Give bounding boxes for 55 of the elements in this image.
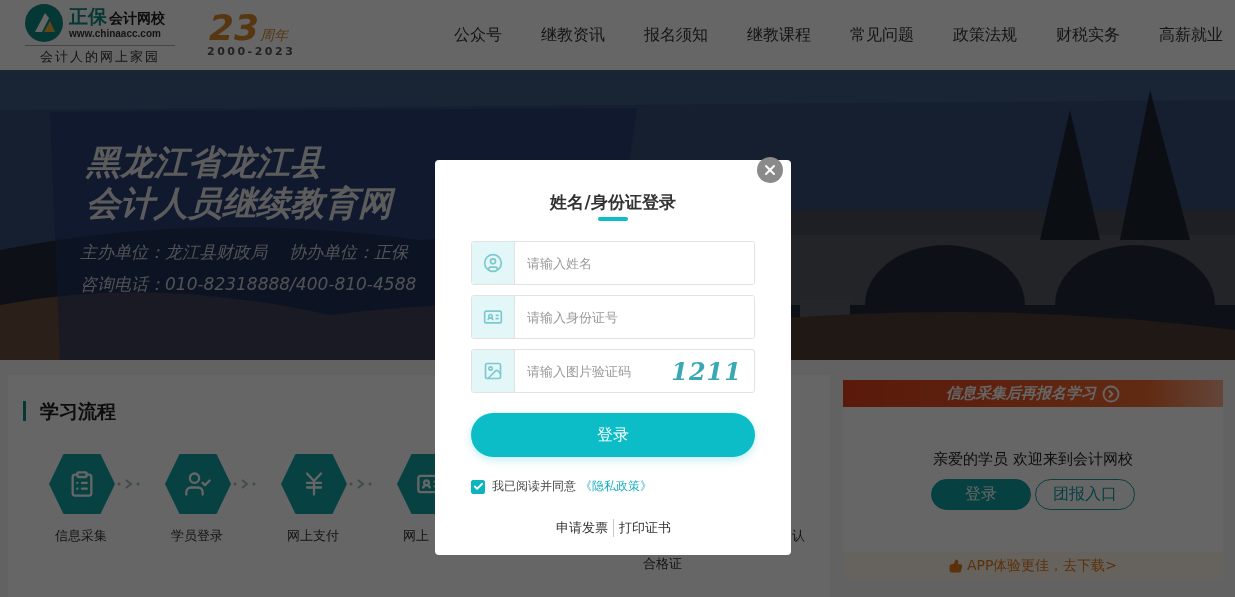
logo-icon [25,4,63,42]
arrow-icon [117,478,141,490]
image-icon [483,361,503,381]
footer-link[interactable]: 申请发票 [550,519,613,537]
collect-info-banner[interactable]: 信息采集后再报名学习 [843,380,1223,407]
nav-link[interactable]: 财税实务 [1056,24,1120,46]
banner-title: 黑龙江省龙江县 [86,142,326,183]
user-check-icon [184,470,212,498]
thumbs-up-icon [948,559,963,573]
input-field[interactable]: 请输入姓名 [471,241,755,285]
agree-text: 我已阅读并同意 [492,478,576,495]
step-label: 网上 [403,527,429,544]
nav-link[interactable]: 常见问题 [850,24,914,46]
banner-info: 协办单位：正保 [289,241,408,264]
id-card-icon [483,307,503,327]
logo-url: www.chinaacc.com [69,28,162,39]
banner-title: 会计人员继续教育网 [86,183,417,224]
footer-link[interactable]: 打印证书 [612,519,676,537]
nav-link[interactable]: 公众号 [454,24,502,46]
arrow-icon [233,478,257,490]
login-button[interactable]: 登录 [471,413,755,457]
nav-link[interactable]: 高薪就业 [1159,24,1223,46]
logo-name: 会计网校 [109,10,165,28]
step-label: 信息采集 [55,527,107,544]
input-field[interactable]: 请输入图片验证码 1211 [471,349,755,393]
app-download-link[interactable]: APP体验更佳，去下载> [843,552,1223,580]
side-button[interactable]: 登录 [931,479,1031,510]
slogan: 会计人的网上家园 [39,48,161,66]
agree-checkbox[interactable] [471,479,485,494]
banner-info: 主办单位：龙江县财政局 [80,241,267,264]
step-label: 学员登录 [171,527,223,544]
chevron-circle-icon [1102,384,1120,403]
privacy-link[interactable]: 《隐私政策》 [580,478,652,495]
step-label: 网上支付 [287,527,339,544]
banner-info: 咨询电话：010-82318888/400-810-4588 [80,273,417,296]
nav-link[interactable]: 政策法规 [953,24,1017,46]
step-label: 合格证 [642,555,682,572]
nav-link[interactable]: 报名须知 [644,24,708,46]
nav-link[interactable]: 继教资讯 [541,24,605,46]
anniversary-suffix: 周年 [260,27,289,45]
close-button[interactable] [757,157,783,183]
title-underline [598,217,628,221]
captcha-code[interactable]: 1211 [671,356,754,386]
anniversary-years: 2000-2023 [207,45,297,58]
dialog-title: 姓名/身份证登录 [550,191,676,213]
welcome-text: 亲爱的学员 欢迎来到会计网校 [933,450,1133,469]
step-label: 认 [792,527,805,544]
nav-link[interactable]: 继教课程 [747,24,811,46]
user-icon [483,253,503,273]
input-field[interactable]: 请输入身份证号 [471,295,755,339]
side-button[interactable]: 团报入口 [1035,479,1135,510]
anniversary-number: 23 [209,12,260,45]
close-icon [762,162,778,178]
arrow-icon [349,478,373,490]
logo-brand: 正保 [69,7,107,26]
